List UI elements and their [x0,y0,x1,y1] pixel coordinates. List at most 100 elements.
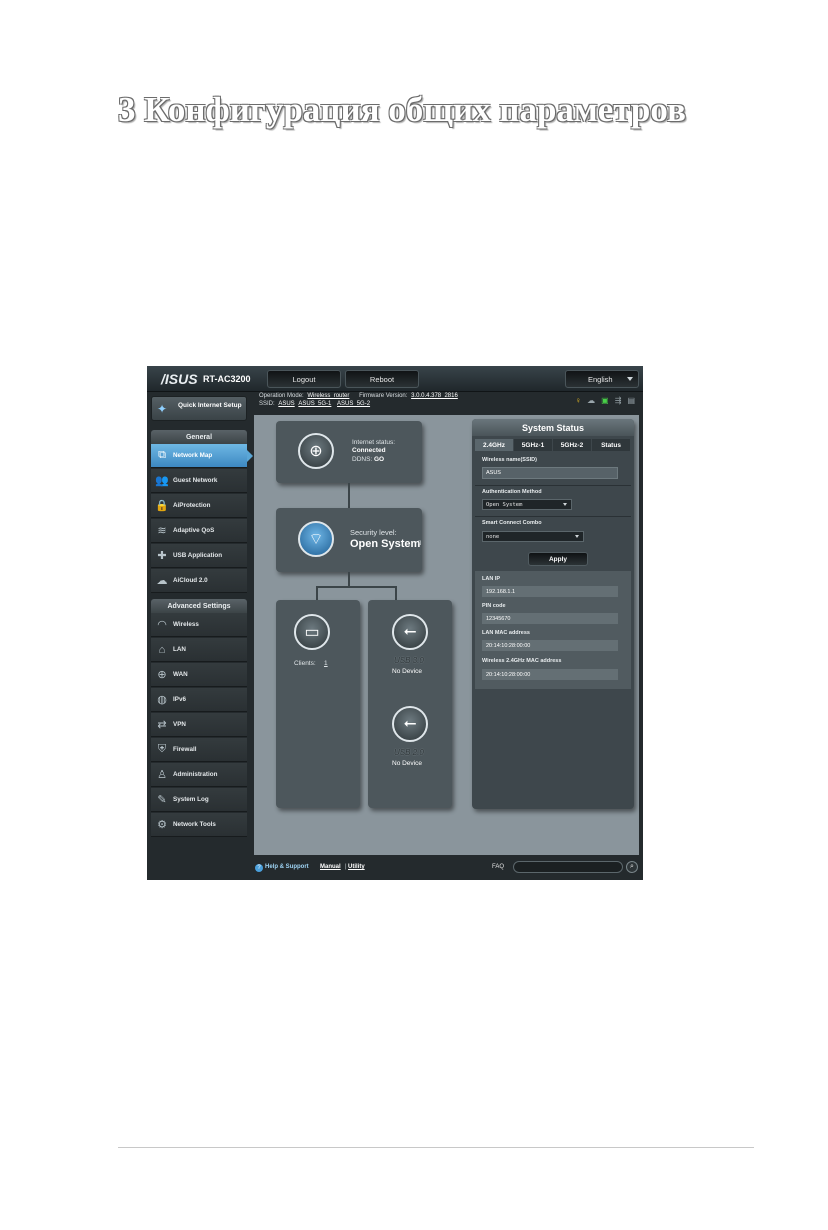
operation-mode-link[interactable]: Wireless_router [307,393,349,399]
admin-icon: ♙ [157,769,167,781]
sidebar-item-vpn[interactable]: ⇄ VPN [151,713,247,737]
utility-link[interactable]: Utility [348,864,365,870]
sidebar-item-aiprotection[interactable]: 🔒 AiProtection [151,494,247,518]
ssid-label: SSID: [259,401,275,407]
sidebar-item-system-log[interactable]: ✎ System Log [151,788,247,812]
sidebar-item-network-map[interactable]: ⧉ Network Map [151,444,247,468]
sidebar-item-label: VPN [173,721,186,728]
sidebar-item-wan[interactable]: ⊕ WAN [151,663,247,687]
network-map-icon: ⧉ [158,449,166,461]
manual-link[interactable]: Manual [320,864,341,870]
tab-5ghz-2[interactable]: 5GHz-2 [553,439,591,451]
sidebar-item-label: IPv6 [173,696,186,703]
sidebar-item-ipv6[interactable]: ◍ IPv6 [151,688,247,712]
router-admin-ui: /ISUS RT-AC3200 Logout Reboot English Op… [147,366,643,880]
internet-globe-button[interactable]: ⊕ [298,433,334,469]
wireless-name-input[interactable]: ASUS [482,467,618,479]
usb-3-status: No Device [392,668,422,675]
vpn-icon: ⇄ [157,719,167,731]
usb-2-status: No Device [392,760,422,767]
sidebar-item-label: Administration [173,771,218,778]
tab-2-4ghz[interactable]: 2.4GHz [475,439,513,451]
usb-icon: ⭠ [403,715,417,732]
tools-icon: ⚙ [157,819,167,831]
sidebar-item-wireless[interactable]: ◠ Wireless [151,613,247,637]
logout-button[interactable]: Logout [267,370,341,388]
language-value: English [588,374,613,384]
sidebar-item-administration[interactable]: ♙ Administration [151,763,247,787]
ddns-link[interactable]: GO [374,456,384,463]
router-security-card[interactable]: ⌔ Security level: Open System ᵑ [276,508,422,572]
client-status-icon[interactable]: ▣ [601,396,609,406]
sidebar-item-label: Adaptive QoS [173,527,215,534]
wps-status-icon[interactable]: ♀ [575,396,581,406]
connector-line [395,586,397,600]
usb-3-button[interactable]: ⭠ [392,614,428,650]
chevron-down-icon [627,377,633,381]
sidebar-item-label: AiProtection [173,502,211,509]
sidebar-item-network-tools[interactable]: ⚙ Network Tools [151,813,247,837]
ssid-link-2[interactable]: ASUS_5G-1 [298,401,331,407]
unlocked-icon: ᵑ [418,538,422,548]
smart-connect-select[interactable]: none [482,531,584,542]
ssid-link-1[interactable]: ASUS [278,401,294,407]
router-button[interactable]: ⌔ [298,521,334,557]
lan-mac-value: 20:14:10:28:00:00 [482,640,618,651]
globe-icon: ⊕ [157,669,167,681]
sidebar-item-lan[interactable]: ⌂ LAN [151,638,247,662]
sidebar-item-label: USB Application [173,552,223,559]
printer-status-icon[interactable]: ▤ [627,396,635,406]
usb-icon: ⭠ [403,623,417,640]
router-icon: ⌔ [308,531,324,548]
faq-label: FAQ [492,864,505,870]
asus-logo: /ISUS [161,371,198,387]
pin-code-value: 12345670 [482,613,618,624]
divider [475,485,631,486]
ssid-link-3[interactable]: ASUS_5G-2 [337,401,370,407]
system-status-title: System Status [472,419,634,436]
bottom-bar: ? Help & Support Manual | Utility FAQ ⌕ [251,856,643,880]
cloud-status-icon[interactable]: ☁ [587,396,595,406]
language-select[interactable]: English [565,370,639,388]
sidebar-item-adaptive-qos[interactable]: ≋ Adaptive QoS [151,519,247,543]
sidebar: ✦ Quick Internet Setup General ⧉ Network… [147,392,253,880]
auth-method-select[interactable]: Open System [482,499,572,510]
usb-2-button[interactable]: ⭠ [392,706,428,742]
internet-status-value: Connected [352,447,386,454]
sidebar-item-label: LAN [173,646,186,653]
home-icon: ⌂ [158,643,166,656]
lan-mac-label: LAN MAC address [482,630,530,636]
apply-button[interactable]: Apply [528,552,588,566]
search-icon[interactable]: ⌕ [626,861,638,873]
auth-method-label: Authentication Method [482,489,542,495]
sidebar-item-aicloud[interactable]: ☁ AiCloud 2.0 [151,569,247,593]
shield-icon: ⛨ [157,743,167,755]
sidebar-item-usb-application[interactable]: ✚ USB Application [151,544,247,568]
divider [475,516,631,517]
quick-internet-setup-button[interactable]: ✦ Quick Internet Setup [151,396,247,421]
sidebar-item-label: WAN [173,671,188,678]
guest-network-icon: 👥 [155,475,169,487]
sidebar-item-firewall[interactable]: ⛨ Firewall [151,738,247,762]
faq-search-input[interactable] [513,861,623,873]
ipv6-icon: ◍ [157,694,167,706]
lan-info-section: LAN IP 192.168.1.1 PIN code 12345670 LAN… [475,571,631,689]
sidebar-item-guest-network[interactable]: 👥 Guest Network [151,469,247,493]
operation-mode-label: Operation Mode: [259,393,304,399]
lock-icon: 🔒 [155,500,169,512]
connector-line [348,483,350,508]
reboot-button[interactable]: Reboot [345,370,419,388]
operation-info-bar: Operation Mode: Wireless_router Firmware… [257,392,643,412]
internet-status-card[interactable]: ⊕ Internet status: Connected DDNS: GO [276,421,422,483]
clients-count-link[interactable]: 1 [324,660,328,667]
globe-icon: ⊕ [309,443,323,460]
tab-5ghz-1[interactable]: 5GHz-1 [514,439,552,451]
smart-connect-value: none [486,533,500,540]
tab-status[interactable]: Status [592,439,630,451]
usb-devices-card: ⭠ USB 3.0 No Device ⭠ USB 2.0 No Device [368,600,452,808]
usb-status-icon[interactable]: ⇶ [615,396,622,406]
clients-card[interactable]: ▭ Clients: 1 [276,600,360,808]
clients-button[interactable]: ▭ [294,614,330,650]
general-section-header: General [151,430,247,444]
firmware-link[interactable]: 3.0.0.4.378_2816 [411,393,458,399]
